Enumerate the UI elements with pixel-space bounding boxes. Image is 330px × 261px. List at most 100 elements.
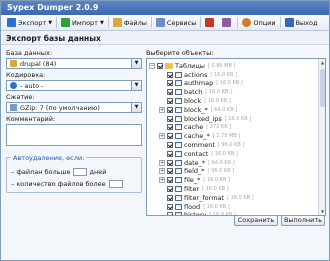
comment-textarea[interactable] xyxy=(6,124,142,146)
chevron-down-icon: ▼ xyxy=(131,81,141,90)
exit-button[interactable]: Выход xyxy=(282,16,321,30)
table-checkbox[interactable] xyxy=(167,80,173,87)
table-row[interactable]: + date_*[ 64.0 KB ] xyxy=(149,158,235,167)
encoding-value: - auto - xyxy=(20,81,44,90)
chart-button[interactable] xyxy=(202,16,219,30)
scroll-thumb[interactable] xyxy=(320,69,325,107)
table-checkbox[interactable] xyxy=(167,124,173,131)
table-size: [ 16.0 KB ] xyxy=(203,203,230,210)
table-icon xyxy=(175,150,182,157)
table-name: batch xyxy=(184,88,203,97)
services-label: Сервисы xyxy=(166,18,197,27)
table-checkbox[interactable] xyxy=(167,194,173,201)
scroll-down-icon[interactable]: ▼ xyxy=(319,208,325,215)
table-row[interactable]: + file_*[ 16.0 KB ] xyxy=(149,176,230,185)
expand-icon[interactable]: + xyxy=(159,168,165,175)
count-input[interactable] xyxy=(108,180,123,188)
table-name: cache xyxy=(184,123,204,132)
table-name: block xyxy=(184,96,202,105)
toolbar-separator xyxy=(237,17,239,28)
table-row[interactable]: history[ 16.0 KB ] xyxy=(149,211,236,216)
table-name: field_* xyxy=(184,167,205,176)
run-button[interactable]: Выполнить xyxy=(281,215,325,226)
table-checkbox[interactable] xyxy=(167,97,173,104)
table-checkbox[interactable] xyxy=(167,115,173,122)
collapse-icon[interactable]: − xyxy=(149,62,155,69)
expand-icon[interactable]: + xyxy=(159,106,165,113)
chevron-down-icon: ▼ xyxy=(99,19,104,26)
files-icon xyxy=(112,18,122,27)
table-row[interactable]: blocked_ips[ 16.0 KB ] xyxy=(149,114,251,123)
exit-label: Выход xyxy=(295,18,318,27)
save-button[interactable]: Сохранить xyxy=(234,215,278,226)
days-input[interactable] xyxy=(73,168,88,176)
table-size: [ 16.0 KB ] xyxy=(227,194,254,201)
database-icon xyxy=(10,60,17,67)
import-menu-button[interactable]: Импорт ▼ xyxy=(58,16,107,30)
database-select[interactable]: drupal (84) ▼ xyxy=(6,58,142,69)
table-checkbox[interactable] xyxy=(167,203,173,210)
table-icon xyxy=(175,185,182,192)
scroll-up-icon[interactable]: ▲ xyxy=(319,59,325,66)
compression-select[interactable]: GZip: 7 (по умолчанию) ▼ xyxy=(6,102,142,113)
tree-root[interactable]: − Таблицы [ 5.86 MB ] xyxy=(149,61,235,70)
table-icon xyxy=(175,80,182,87)
table-size: [ 16.0 KB ] xyxy=(204,97,231,104)
table-row[interactable]: cache[ 272 KB ] xyxy=(149,123,231,132)
export-icon xyxy=(7,18,16,27)
tree-scrollbar[interactable]: ▲ ▼ xyxy=(318,59,325,215)
table-checkbox[interactable] xyxy=(167,159,173,166)
options-button[interactable]: Опции xyxy=(239,16,278,30)
table-name: flood xyxy=(184,202,201,211)
database-label: База данных: xyxy=(6,49,53,57)
root-checkbox[interactable] xyxy=(157,62,163,69)
table-checkbox[interactable] xyxy=(167,168,173,175)
table-size: [ 16.0 KB ] xyxy=(224,115,252,122)
expand-icon[interactable]: + xyxy=(159,177,165,184)
table-row[interactable]: + block_*[ 64.0 KB ] xyxy=(149,105,237,114)
table-size: [ 16.0 KB ] xyxy=(211,150,238,157)
expand-icon[interactable]: + xyxy=(159,133,165,140)
table-name: filter xyxy=(184,184,200,193)
table-checkbox[interactable] xyxy=(167,177,173,184)
objects-tree[interactable]: − Таблицы [ 5.86 MB ] actions[ 16.0 KB ]… xyxy=(146,58,326,216)
table-icon xyxy=(175,71,182,78)
table-checkbox[interactable] xyxy=(167,133,173,140)
expand-icon[interactable]: + xyxy=(159,159,165,166)
table-name: authmap xyxy=(184,79,214,88)
export-menu-button[interactable]: Экспорт ▼ xyxy=(4,16,55,30)
services-button[interactable]: Сервисы xyxy=(153,16,199,30)
files-button[interactable]: Файлы xyxy=(110,16,150,30)
encoding-select[interactable]: - auto - ▼ xyxy=(6,80,142,91)
options-label: Опции xyxy=(253,18,276,27)
table-row[interactable]: actions[ 16.0 KB ] xyxy=(149,70,237,79)
export-label: Экспорт xyxy=(18,18,47,27)
table-checkbox[interactable] xyxy=(167,150,173,157)
table-name: contact xyxy=(184,149,209,158)
table-icon xyxy=(175,133,182,140)
table-row[interactable]: + cache_*[ 1.75 MB ] xyxy=(149,132,240,141)
table-row[interactable]: flood[ 16.0 KB ] xyxy=(149,202,230,211)
table-row[interactable]: filter[ 16.0 KB ] xyxy=(149,184,229,193)
table-row[interactable]: comment[ 96.0 KB ] xyxy=(149,140,244,149)
table-size: [ 64.0 KB ] xyxy=(208,159,235,166)
table-checkbox[interactable] xyxy=(167,89,173,96)
table-size: [ 16.0 KB ] xyxy=(209,212,236,216)
pen-button[interactable] xyxy=(219,16,236,30)
autodelete-count-row: – количество файлов более xyxy=(11,180,125,188)
table-checkbox[interactable] xyxy=(167,106,173,113)
table-checkbox[interactable] xyxy=(167,71,173,78)
table-row[interactable]: block[ 16.0 KB ] xyxy=(149,96,231,105)
table-checkbox[interactable] xyxy=(167,212,173,215)
pen-icon xyxy=(222,18,232,27)
table-row[interactable]: contact[ 16.0 KB ] xyxy=(149,149,238,158)
table-icon xyxy=(175,203,182,210)
chevron-down-icon: ▼ xyxy=(48,19,53,26)
table-checkbox[interactable] xyxy=(167,141,173,148)
table-checkbox[interactable] xyxy=(167,185,173,192)
table-row[interactable]: authmap[ 16.0 KB ] xyxy=(149,79,243,88)
archive-icon xyxy=(10,104,17,111)
table-row[interactable]: + field_*[ 96.0 KB ] xyxy=(149,167,234,176)
table-row[interactable]: filter_format[ 16.0 KB ] xyxy=(149,193,254,202)
table-row[interactable]: batch[ 16.0 KB ] xyxy=(149,88,232,97)
